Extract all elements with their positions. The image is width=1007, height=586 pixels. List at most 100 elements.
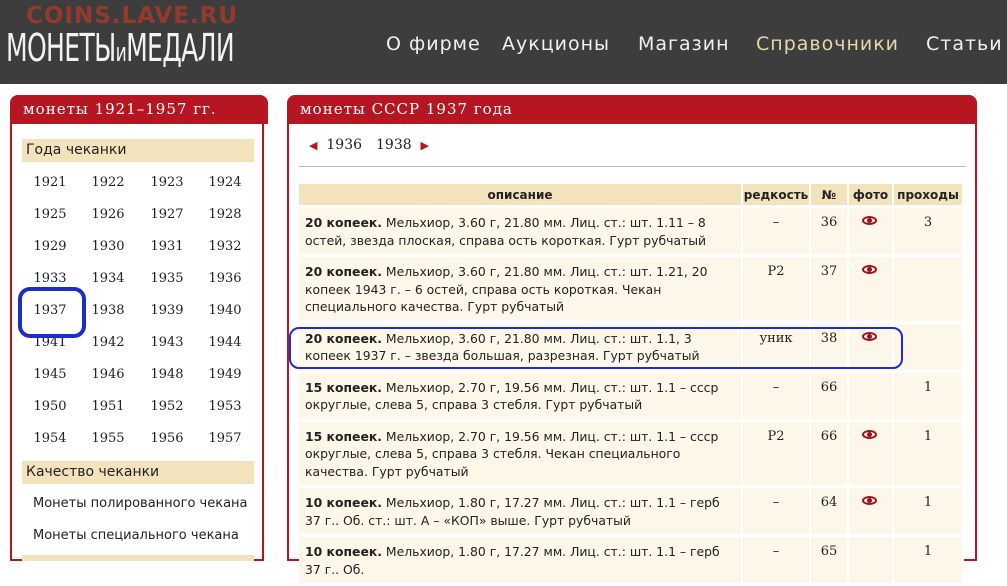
coin-rarity: – <box>743 372 811 419</box>
coin-title: 10 копеек. <box>305 495 382 510</box>
year-link-1922[interactable]: 1922 <box>88 175 128 190</box>
coin-title: 20 копеек. <box>305 215 382 230</box>
year-link-1956[interactable]: 1956 <box>147 431 187 446</box>
highlighted-row-outline <box>289 327 903 369</box>
year-link-1931[interactable]: 1931 <box>147 239 187 254</box>
year-link-1924[interactable]: 1924 <box>205 175 245 190</box>
year-link-1949[interactable]: 1949 <box>205 367 245 382</box>
year-link-1923[interactable]: 1923 <box>147 175 187 190</box>
coin-rarity: – <box>743 488 811 534</box>
year-link-1938[interactable]: 1938 <box>88 303 128 318</box>
arrow-right-icon: ▶ <box>420 139 430 152</box>
nav-item-shop[interactable]: Магазин <box>638 33 730 55</box>
col-number: № <box>811 184 849 205</box>
col-rarity: редкость <box>743 184 811 205</box>
years-section-title: Года чеканки <box>22 139 254 162</box>
prev-year-label: 1936 <box>326 137 363 153</box>
year-link-1955[interactable]: 1955 <box>88 431 128 446</box>
year-link-1933[interactable]: 1933 <box>30 271 70 286</box>
nav-item-articles[interactable]: Статьи <box>926 33 1003 55</box>
coin-photo-cell <box>849 421 894 485</box>
year-link-1957[interactable]: 1957 <box>205 431 245 446</box>
coin-rarity: Р2 <box>743 421 811 485</box>
year-link-1928[interactable]: 1928 <box>205 207 245 222</box>
year-link-1953[interactable]: 1953 <box>205 399 245 414</box>
quality-section-title: Качество чеканки <box>22 461 254 484</box>
table-row: 20 копеек. Мельхиор, 3.60 г, 21.80 мм. Л… <box>299 208 964 254</box>
coin-number: 64 <box>811 488 849 534</box>
divider <box>299 166 966 167</box>
coin-sales: 1 <box>894 488 964 534</box>
coin-description: 15 копеек. Мельхиор, 2.70 г, 19.56 мм. Л… <box>299 421 743 485</box>
left-panel-header: монеты 1921–1957 гг. <box>10 95 268 124</box>
coin-sales <box>894 323 964 370</box>
table-row: 20 копеек. Мельхиор, 3.60 г, 21.80 мм. Л… <box>299 257 964 321</box>
table-header-row: описание редкость № фото проходы <box>299 184 964 205</box>
table-row: 10 копеек. Мельхиор, 1.80 г, 17.27 мм. Л… <box>299 537 964 583</box>
eye-icon[interactable] <box>862 265 879 276</box>
coin-photo-cell <box>849 208 894 254</box>
prev-year-link[interactable]: ◀ 1936 <box>309 137 362 153</box>
right-panel-title: монеты СССР 1937 года <box>300 100 513 118</box>
coin-number: 36 <box>811 208 849 254</box>
coin-title: 20 копеек. <box>305 264 382 279</box>
quality-link-special[interactable]: Монеты специального чекана <box>33 528 239 543</box>
quality-link-proof[interactable]: Монеты полированного чекана <box>33 496 248 511</box>
year-link-1946[interactable]: 1946 <box>88 367 128 382</box>
coin-description: 10 копеек. Мельхиор, 1.80 г, 17.27 мм. Л… <box>299 488 743 534</box>
coin-photo-cell <box>849 488 894 534</box>
year-link-1932[interactable]: 1932 <box>205 239 245 254</box>
eye-icon[interactable] <box>862 216 879 227</box>
left-panel-title: монеты 1921–1957 гг. <box>23 100 217 118</box>
nav-item-auctions[interactable]: Аукционы <box>502 33 610 55</box>
year-link-1943[interactable]: 1943 <box>147 335 187 350</box>
coin-photo-cell <box>849 257 894 321</box>
year-link-1952[interactable]: 1952 <box>147 399 187 414</box>
coin-description: 15 копеек. Мельхиор, 2.70 г, 19.56 мм. Л… <box>299 372 743 419</box>
coin-number: 66 <box>811 421 849 485</box>
year-link-1925[interactable]: 1925 <box>30 207 70 222</box>
table-row: 15 копеек. Мельхиор, 2.70 г, 19.56 мм. Л… <box>299 421 964 485</box>
year-link-1940[interactable]: 1940 <box>205 303 245 318</box>
year-link-1939[interactable]: 1939 <box>147 303 187 318</box>
coin-rarity: Р2 <box>743 257 811 321</box>
year-link-1935[interactable]: 1935 <box>147 271 187 286</box>
year-link-1948[interactable]: 1948 <box>147 367 187 382</box>
coin-sales <box>894 257 964 321</box>
eye-icon[interactable] <box>862 429 879 441</box>
coin-rarity: – <box>743 208 811 254</box>
coin-title: 15 копеек. <box>305 428 382 444</box>
coin-number: 65 <box>811 537 849 583</box>
next-year-label: 1938 <box>376 137 412 153</box>
year-link-1945[interactable]: 1945 <box>30 367 70 382</box>
year-link-1954[interactable]: 1954 <box>30 431 70 446</box>
coin-number: 66 <box>811 372 849 419</box>
coin-sales: 1 <box>894 372 964 419</box>
site-header: COINS.LAVE.RU МОНЕТЫиМЕДАЛИ О фирме Аукц… <box>0 0 1007 84</box>
year-link-1926[interactable]: 1926 <box>88 207 128 222</box>
year-link-1929[interactable]: 1929 <box>30 239 70 254</box>
coin-sales: 1 <box>894 421 964 485</box>
next-year-link[interactable]: 1938 ▶ <box>376 137 429 153</box>
arrow-left-icon: ◀ <box>309 139 318 152</box>
selected-year-highlight <box>18 287 86 338</box>
year-link-1927[interactable]: 1927 <box>147 207 187 222</box>
eye-icon[interactable] <box>862 496 879 507</box>
year-link-1936[interactable]: 1936 <box>205 271 245 286</box>
year-link-1942[interactable]: 1942 <box>88 335 128 350</box>
nav-item-references[interactable]: Справочники <box>756 33 899 55</box>
year-link-1934[interactable]: 1934 <box>88 271 128 286</box>
col-photo: фото <box>849 184 894 205</box>
year-link-1921[interactable]: 1921 <box>30 175 70 190</box>
nav-item-about[interactable]: О фирме <box>386 33 481 55</box>
year-link-1950[interactable]: 1950 <box>30 399 70 414</box>
coin-description: 20 копеек. Мельхиор, 3.60 г, 21.80 мм. Л… <box>299 257 743 321</box>
year-link-1944[interactable]: 1944 <box>205 335 245 350</box>
year-link-1930[interactable]: 1930 <box>88 239 128 254</box>
main-nav: О фирме Аукционы Магазин Справочники Ста… <box>0 33 1007 63</box>
coin-description: 10 копеек. Мельхиор, 1.80 г, 17.27 мм. Л… <box>299 537 743 583</box>
coin-number: 37 <box>811 257 849 321</box>
coin-rarity: – <box>743 537 811 583</box>
coins-table: описание редкость № фото проходы 20 копе… <box>299 181 964 586</box>
year-link-1951[interactable]: 1951 <box>88 399 128 414</box>
